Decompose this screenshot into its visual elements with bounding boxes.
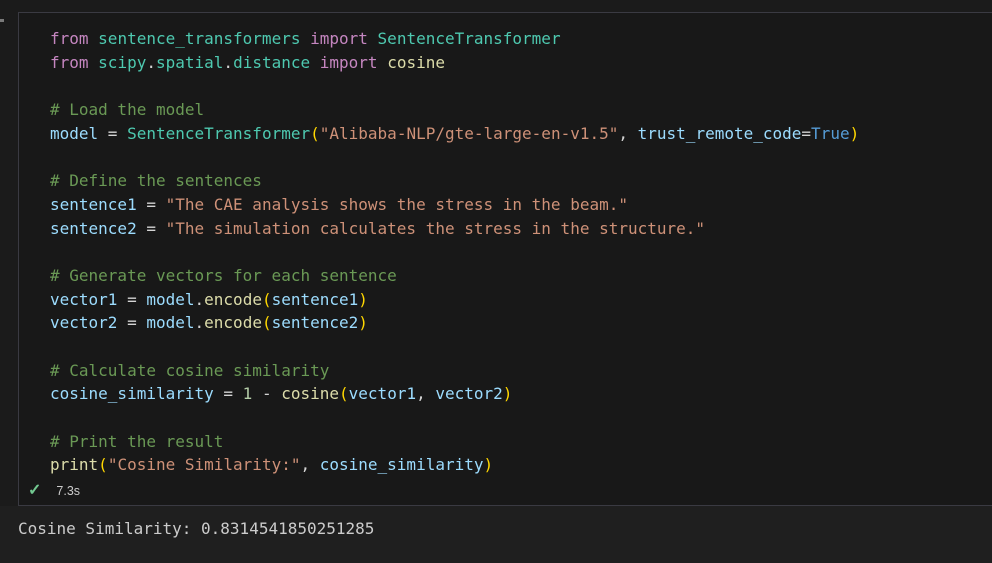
code-token: # Generate vectors for each sentence (50, 265, 397, 285)
code-token: = (136, 218, 166, 238)
code-token: SentenceTransformer (377, 29, 561, 48)
code-line: vector2 = model.encode(sentence2) (50, 311, 992, 335)
code-token: = (98, 123, 128, 143)
code-token: , (300, 455, 320, 475)
code-token: sentence2 (50, 218, 137, 238)
execution-duration: 7.3s (56, 484, 81, 498)
code-token: vector2 (435, 384, 503, 404)
code-token: ( (261, 313, 272, 333)
code-token: model (146, 289, 195, 309)
code-token: cosine (281, 384, 340, 404)
code-token: sentence1 (50, 194, 137, 214)
code-line: sentence2 = "The simulation calculates t… (50, 217, 992, 241)
code-token: . (194, 313, 205, 333)
code-token: True (811, 123, 850, 143)
code-token: from (50, 52, 89, 72)
notebook-code-cell: from sentence_transformers import Senten… (18, 12, 992, 506)
code-line: # Calculate cosine similarity (50, 359, 992, 383)
code-token: "Alibaba-NLP/gte-large-en-v1.5" (319, 123, 619, 143)
execution-status: ✓ 7.3s (28, 480, 80, 502)
code-token: . (146, 52, 156, 72)
code-token: vector1 (348, 384, 417, 404)
code-token: "Cosine Similarity:" (107, 455, 301, 475)
code-token: cosine_similarity (319, 455, 484, 475)
code-token: = (117, 313, 147, 333)
code-line: sentence1 = "The CAE analysis shows the … (50, 193, 992, 217)
code-line: # Print the result (50, 430, 992, 454)
code-token: # Calculate cosine similarity (50, 360, 330, 380)
code-token: - (252, 384, 282, 404)
code-token: , (416, 384, 436, 404)
code-token: # Define the sentences (50, 171, 262, 191)
output-text: Cosine Similarity: 0.8314541850251285 (18, 519, 375, 538)
code-token: # Print the result (50, 431, 224, 451)
code-line: print("Cosine Similarity:", cosine_simil… (50, 453, 992, 477)
code-token: sentence_transformers (98, 29, 301, 48)
code-token: = (117, 289, 147, 309)
code-token: sentence2 (271, 313, 359, 333)
code-token: from (50, 29, 89, 48)
code-token: ) (483, 455, 494, 475)
code-token: 1 (242, 384, 253, 404)
code-token: cosine (387, 52, 445, 72)
code-token: = (801, 123, 812, 143)
code-token: trust_remote_code (637, 123, 802, 143)
code-token: ( (339, 384, 349, 404)
code-token: model (146, 313, 195, 333)
code-token: spatial (155, 52, 224, 72)
code-token: vector1 (50, 289, 118, 309)
code-line: vector1 = model.encode(sentence1) (50, 288, 992, 312)
code-token: ( (98, 455, 108, 475)
code-token: vector2 (50, 313, 118, 333)
code-token: # Load the model (50, 100, 205, 120)
code-token: ) (358, 289, 368, 309)
code-token: sentence1 (271, 289, 359, 309)
code-line: from sentence_transformers import Senten… (50, 27, 992, 51)
code-line: # Define the sentences (50, 169, 992, 193)
success-check-icon: ✓ (28, 482, 42, 499)
cell-output: Cosine Similarity: 0.8314541850251285 (0, 506, 992, 563)
code-token: SentenceTransformer (127, 123, 311, 143)
code-token: ) (502, 384, 513, 404)
code-token: encode (204, 289, 262, 309)
code-token: "The simulation calculates the stress in… (165, 218, 706, 238)
code-line: # Generate vectors for each sentence (50, 264, 992, 288)
code-token: cosine_similarity (50, 384, 214, 404)
code-line: cosine_similarity = 1 - cosine(vector1, … (50, 382, 992, 406)
code-token: = (213, 384, 243, 404)
code-token: ( (310, 123, 320, 143)
code-token: , (618, 123, 638, 143)
code-token: import (319, 52, 378, 72)
code-editor[interactable]: from sentence_transformers import Senten… (19, 13, 992, 477)
code-token: import (310, 29, 368, 48)
code-token: ) (358, 313, 368, 333)
code-line: # Load the model (50, 98, 992, 122)
code-line: from scipy.spatial.distance import cosin… (50, 51, 992, 75)
code-token: distance (233, 52, 311, 72)
code-token: . (194, 289, 205, 309)
code-token: ( (261, 289, 272, 309)
cell-focus-tick (0, 19, 4, 22)
code-token: "The CAE analysis shows the stress in th… (165, 194, 628, 214)
code-token: . (223, 52, 234, 72)
code-line: model = SentenceTransformer("Alibaba-NLP… (50, 122, 992, 146)
code-token: scipy (98, 52, 147, 72)
code-token: encode (204, 313, 262, 333)
code-token: = (136, 194, 166, 214)
code-token: print (50, 455, 99, 475)
code-token: ) (849, 123, 860, 143)
code-token: model (50, 123, 99, 143)
